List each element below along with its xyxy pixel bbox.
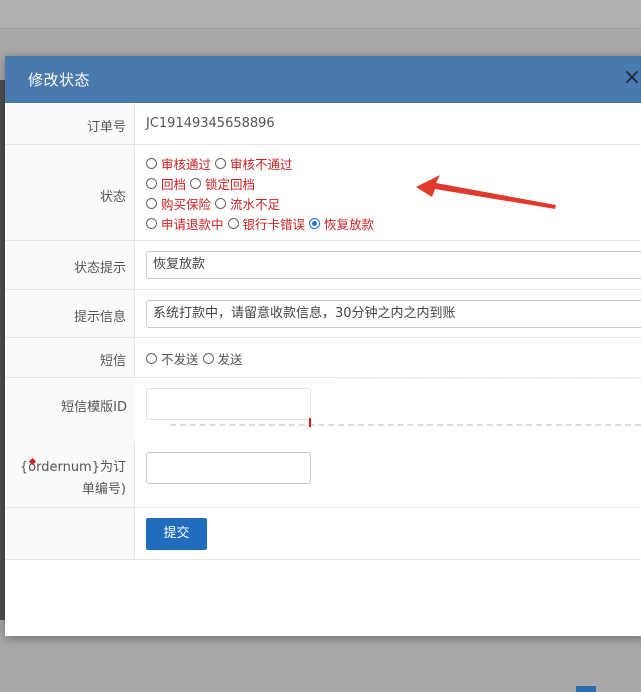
radio-rejected[interactable]: [215, 157, 227, 169]
sms-label-text: 短信: [99, 354, 126, 369]
dotted-line: [170, 424, 641, 426]
close-icon[interactable]: ×: [619, 65, 641, 91]
submit-label-cell: [5, 508, 135, 559]
submit-cell: 提交: [136, 508, 641, 559]
prompt-info-row: 提示信息 系统打款中，请留意收款信息，30分钟之内之内到账: [5, 290, 641, 338]
order-number: JC19149345658896: [146, 116, 275, 131]
option-label: 购买保险: [161, 196, 212, 212]
radio-lock-rollback[interactable]: [190, 177, 202, 189]
sms-option-line: 不发送 发送: [146, 349, 247, 367]
option-label: 发送: [217, 351, 243, 367]
order-label: 订单号: [5, 103, 135, 144]
status-hint-label-text: 状态提示: [73, 261, 126, 276]
status-label: 状态: [5, 145, 135, 240]
radio-rollback[interactable]: [146, 177, 157, 189]
red-mark: [309, 418, 311, 427]
sms-label: 短信: [5, 338, 135, 377]
submit-row: 提交: [5, 508, 641, 560]
sms-template-label: 短信模版ID: [5, 378, 135, 442]
dotted-line: [340, 377, 641, 379]
background-button: [576, 686, 596, 692]
option-label: 流水不足: [230, 196, 281, 212]
prompt-info-label: 提示信息: [5, 290, 135, 337]
sms-row: 短信 不发送 发送: [5, 338, 641, 378]
radio-resume-loan[interactable]: [309, 217, 321, 229]
sms-template-cell: [136, 378, 641, 442]
sms-template-label-text: 短信模版ID: [61, 400, 127, 415]
radio-insufficient-flow[interactable]: [215, 197, 227, 209]
option-label: 申请退款中: [161, 216, 224, 232]
sms-template-input[interactable]: [146, 388, 311, 420]
option-label: 审核不通过: [230, 156, 293, 172]
radio-send[interactable]: [202, 352, 214, 364]
prompt-info-cell: 系统打款中，请留意收款信息，30分钟之内之内到账: [136, 290, 641, 337]
option-label: 不发送: [161, 351, 199, 367]
prompt-info-input[interactable]: 系统打款中，请留意收款信息，30分钟之内之内到账: [146, 300, 641, 328]
option-label: 银行卡错误: [242, 216, 306, 232]
status-hint-label: 状态提示: [5, 241, 135, 289]
status-options: 审核通过 审核不通过 回档 锁定回档 购买保险 流水不足 申请退款中 银行卡错误…: [136, 145, 641, 240]
radio-no-send[interactable]: [146, 352, 157, 364]
edit-status-dialog: 修改状态 × 订单号 JC19149345658896 状态 审核通过 审核不通…: [5, 56, 641, 636]
dialog-title: 修改状态: [28, 71, 91, 89]
ordernum-row: {ordernum}为订 单编号): [5, 442, 641, 508]
radio-approved[interactable]: [146, 157, 157, 169]
option-label: 审核通过: [161, 156, 212, 172]
status-option-line-3: 购买保险 流水不足: [146, 194, 284, 212]
order-row: 订单号 JC19149345658896: [5, 103, 641, 145]
order-value-cell: JC19149345658896: [136, 103, 641, 144]
status-hint-input[interactable]: 恢复放款: [146, 251, 641, 279]
status-option-line-4: 申请退款中 银行卡错误 恢复放款: [146, 214, 378, 232]
status-hint-cell: 恢复放款: [136, 241, 641, 289]
sms-options: 不发送 发送: [136, 338, 641, 377]
status-row: 状态 审核通过 审核不通过 回档 锁定回档 购买保险 流水不足 申请退款中 银行…: [5, 145, 641, 241]
status-option-line-2: 回档 锁定回档: [146, 174, 259, 192]
status-hint-row: 状态提示 恢复放款: [5, 241, 641, 290]
option-label: 恢复放款: [324, 216, 375, 232]
radio-bank-card-error[interactable]: [227, 217, 239, 229]
status-option-line-1: 审核通过 审核不通过: [146, 154, 297, 172]
status-label-text: 状态: [99, 190, 126, 205]
option-label: 锁定回档: [205, 176, 256, 192]
option-label: 回档: [161, 176, 187, 192]
dialog-header: 修改状态 ×: [5, 56, 641, 103]
ordernum-label: {ordernum}为订 单编号): [5, 442, 135, 507]
radio-refund-pending[interactable]: [146, 217, 157, 229]
ordernum-cell: [136, 442, 641, 507]
radio-buy-insurance[interactable]: [146, 197, 157, 209]
ordernum-label-line2: 单编号): [81, 482, 126, 497]
prompt-info-label-text: 提示信息: [73, 310, 126, 325]
submit-button[interactable]: 提交: [146, 518, 207, 550]
sms-template-row: 短信模版ID: [5, 378, 641, 442]
ordernum-input[interactable]: [146, 452, 311, 484]
ordernum-label-line1: {ordernum}为订: [19, 460, 126, 475]
order-label-text: 订单号: [86, 120, 126, 135]
